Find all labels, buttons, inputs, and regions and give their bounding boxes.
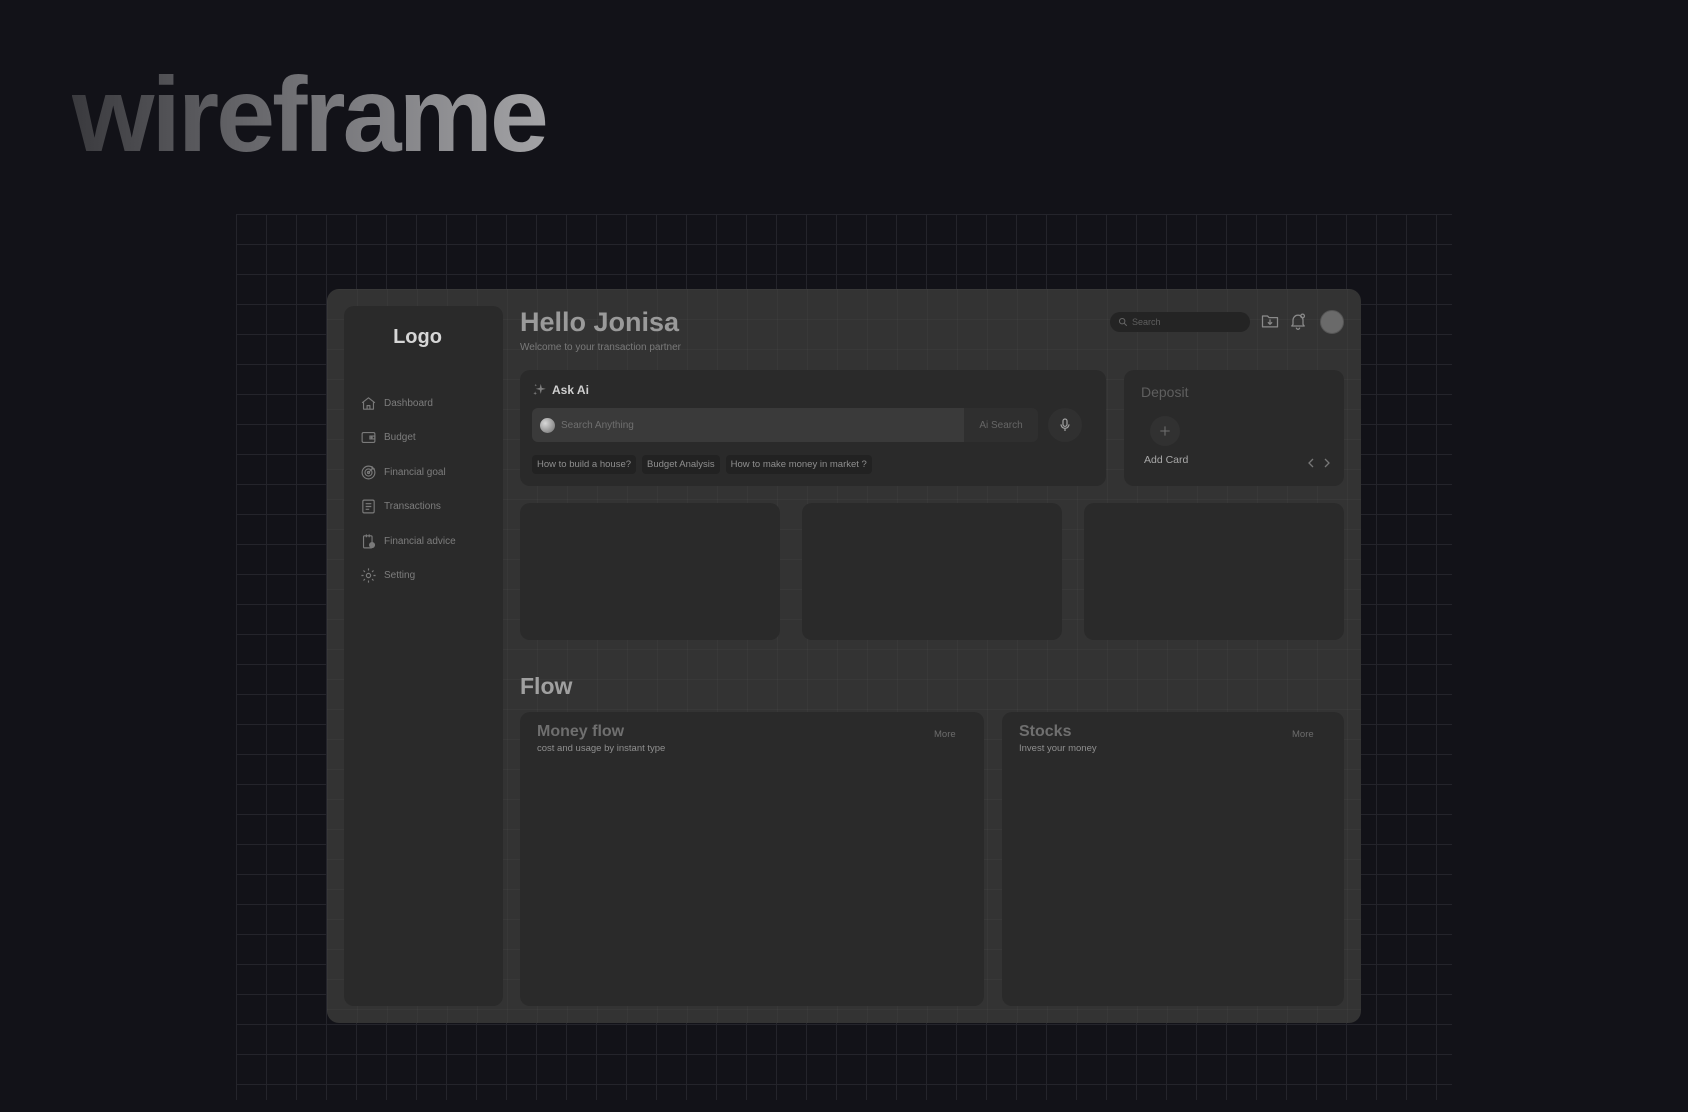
next-card-button[interactable] [1320,456,1334,470]
summary-card [802,503,1062,640]
search-icon [1118,317,1128,327]
ai-search-input[interactable] [561,419,921,431]
dashboard-frame: Logo Dashboard Budget Financial goal Tra… [327,289,1361,1023]
sidebar-item-label: Dashboard [384,397,433,409]
download-folder-icon [1261,315,1279,328]
sidebar-item-budget[interactable]: Budget [360,421,456,456]
add-card-button[interactable] [1150,416,1180,446]
avatar[interactable] [1320,310,1344,334]
sidebar-item-label: Transactions [384,501,441,513]
hero-title: wireframe [72,52,549,179]
deposit-title: Deposit [1141,384,1189,400]
deposit-card: Deposit Add Card [1124,370,1344,486]
money-flow-panel: Money flow cost and usage by instant typ… [520,712,984,1006]
sidebar-item-label: Financial goal [384,466,446,478]
logo: Logo [393,326,442,348]
sidebar-item-setting[interactable]: Setting [360,559,456,594]
sidebar-item-dashboard[interactable]: Dashboard [360,386,456,421]
microphone-icon [1060,418,1070,431]
previous-card-button[interactable] [1304,456,1318,470]
page-title: Hello Jonisa [520,307,680,337]
suggestion-chip[interactable]: Budget Analysis [642,455,720,474]
sidebar-item-financial-advice[interactable]: Financial advice [360,524,456,559]
document-icon [362,499,375,514]
page-subtitle: Welcome to your transaction partner [520,342,682,353]
stocks-subtitle: Invest your money [1019,743,1097,754]
sidebar-item-label: Setting [384,570,416,582]
bell-icon [1291,313,1306,330]
sidebar-item-label: Budget [384,432,416,444]
summary-card [1084,503,1344,640]
sidebar: Logo Dashboard Budget Financial goal Tra… [344,306,503,1006]
summary-card [520,503,780,640]
microphone-button[interactable] [1048,408,1082,442]
download-folder-button[interactable] [1260,311,1280,331]
ai-search-bar[interactable] [532,408,964,442]
add-card-label: Add Card [1144,454,1189,466]
wallet-icon [361,432,376,444]
sidebar-nav: Dashboard Budget Financial goal Transact… [360,386,456,593]
flow-section-title: Flow [520,673,573,699]
money-flow-title: Money flow [537,723,625,740]
stocks-panel: Stocks Invest your money More [1002,712,1344,1006]
home-icon [361,397,376,410]
target-icon [361,465,376,480]
money-flow-subtitle: cost and usage by instant type [537,743,666,754]
sidebar-item-label: Financial advice [384,535,456,547]
chevron-right-icon [1324,458,1330,468]
top-search-input[interactable] [1132,317,1232,327]
chevron-left-icon [1308,458,1314,468]
gear-icon [361,568,376,583]
plus-icon [1160,426,1170,436]
advice-icon [362,534,376,549]
stocks-title: Stocks [1019,723,1072,740]
ask-ai-title: Ask Ai [532,382,589,397]
sidebar-item-transactions[interactable]: Transactions [360,490,456,525]
notification-button[interactable] [1288,311,1308,331]
ai-search-button[interactable]: Ai Search [964,408,1038,442]
ai-suggestions: How to build a house? Budget Analysis Ho… [532,455,872,474]
stocks-more-link[interactable]: More [1292,729,1314,740]
sidebar-item-financial-goal[interactable]: Financial goal [360,455,456,490]
ai-orb-icon [540,417,555,433]
money-flow-more-link[interactable]: More [934,729,956,740]
ask-ai-label: Ask Ai [552,382,589,397]
sparkle-icon [533,383,546,396]
suggestion-chip[interactable]: How to make money in market ? [725,455,872,474]
suggestion-chip[interactable]: How to build a house? [532,455,637,474]
top-search[interactable] [1110,312,1250,332]
ask-ai-card: Ask Ai Ai Search How to build a house? B… [520,370,1106,486]
